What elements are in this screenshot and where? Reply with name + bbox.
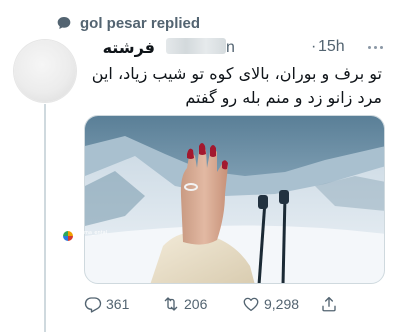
avatar[interactable] bbox=[14, 40, 76, 102]
reply-context-icon bbox=[57, 17, 71, 29]
timestamp[interactable]: 15h bbox=[318, 38, 345, 56]
retweet-count: 206 bbox=[184, 296, 208, 312]
watermark-handle: @sima_ental bbox=[75, 230, 108, 236]
tweet-header: فرشته n · 15h bbox=[86, 38, 382, 60]
watermark-label: توییت bbox=[64, 242, 79, 249]
tweet-media[interactable] bbox=[84, 115, 385, 284]
watermark-logo-icon bbox=[63, 231, 73, 241]
reply-button[interactable]: 361 bbox=[84, 292, 129, 316]
share-button[interactable] bbox=[320, 292, 338, 316]
thread-line bbox=[44, 104, 46, 332]
reply-context-text: gol pesar replied bbox=[80, 14, 201, 32]
media-watermark: @sima_ental توییت bbox=[62, 227, 107, 251]
tweet-actions: 361 206 9,298 bbox=[84, 292, 384, 316]
blurred-handle bbox=[166, 38, 226, 54]
display-name[interactable]: فرشته bbox=[103, 38, 155, 58]
separator: · bbox=[311, 38, 317, 55]
more-icon[interactable] bbox=[368, 40, 388, 54]
reply-count: 361 bbox=[106, 296, 130, 312]
like-button[interactable]: 9,298 bbox=[242, 292, 299, 316]
reply-context[interactable]: gol pesar replied bbox=[56, 14, 200, 32]
handle-visible: n bbox=[226, 39, 235, 56]
reply-icon bbox=[84, 297, 102, 313]
like-count: 9,298 bbox=[264, 296, 300, 312]
share-icon bbox=[322, 296, 336, 312]
media-photo bbox=[85, 116, 384, 283]
handle[interactable]: n bbox=[166, 38, 235, 57]
tweet-text: تو برف و بوران، بالای کوه تو شیب زیاد، ا… bbox=[86, 62, 382, 110]
like-icon bbox=[243, 297, 259, 312]
retweet-button[interactable]: 206 bbox=[162, 292, 207, 316]
tweet-text-line-2: مرد زانو زد و منم بله رو گفتم bbox=[185, 88, 382, 107]
retweet-icon bbox=[164, 297, 178, 311]
tweet-text-line-1: تو برف و بوران، بالای کوه تو شیب زیاد، ا… bbox=[91, 64, 382, 83]
